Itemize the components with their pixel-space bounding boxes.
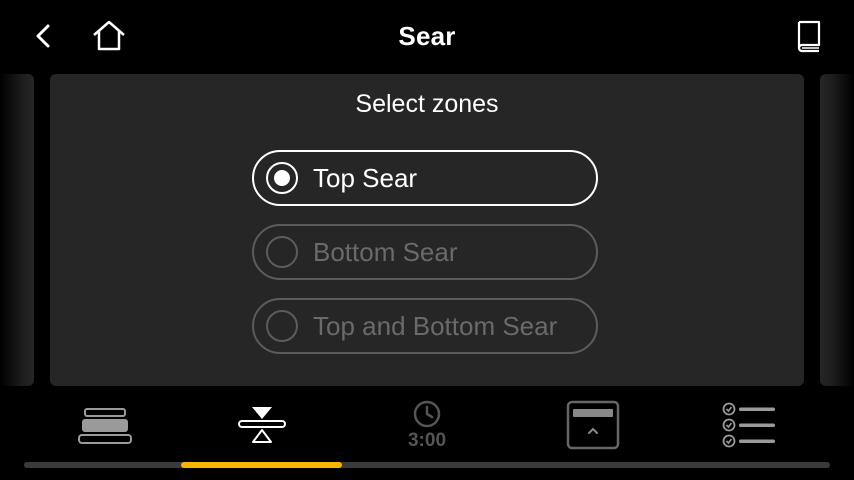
zone-select-card: Select zones Top Sear Bottom Sear Top an… xyxy=(50,74,804,386)
timer-icon xyxy=(413,400,441,427)
option-label: Top Sear xyxy=(313,162,418,193)
option-label: Top and Bottom Sear xyxy=(313,310,558,341)
door-icon xyxy=(566,400,620,450)
radio-unselected-icon xyxy=(266,310,298,342)
door-button[interactable] xyxy=(556,392,630,458)
checklist-icon xyxy=(722,402,775,448)
page-indicator-track xyxy=(24,462,830,468)
radio-selected-icon xyxy=(266,162,298,194)
option-top-and-bottom-sear[interactable]: Top and Bottom Sear xyxy=(252,298,598,354)
rack-position-button[interactable] xyxy=(70,392,140,458)
rack-position-icon xyxy=(78,408,132,444)
page-title: Sear xyxy=(398,21,456,51)
page-indicator-active xyxy=(181,462,342,468)
timer-button[interactable]: 3:00 xyxy=(392,392,462,458)
bottom-toolbar: 3:00 xyxy=(0,392,854,462)
radio-unselected-icon xyxy=(266,236,298,268)
steps-button[interactable] xyxy=(714,392,786,458)
timer-value: 3:00 xyxy=(407,429,447,451)
option-label: Bottom Sear xyxy=(313,236,458,267)
zone-select-icon xyxy=(238,407,286,443)
previous-page-panel[interactable] xyxy=(0,74,34,386)
option-top-sear[interactable]: Top Sear xyxy=(252,150,598,206)
card-title: Select zones xyxy=(355,90,499,118)
next-page-panel[interactable] xyxy=(820,74,854,386)
book-icon xyxy=(797,20,821,53)
header-bar: Sear xyxy=(0,0,854,72)
option-bottom-sear[interactable]: Bottom Sear xyxy=(252,224,598,280)
manual-button[interactable] xyxy=(788,16,830,56)
zone-select-button[interactable] xyxy=(226,392,298,458)
